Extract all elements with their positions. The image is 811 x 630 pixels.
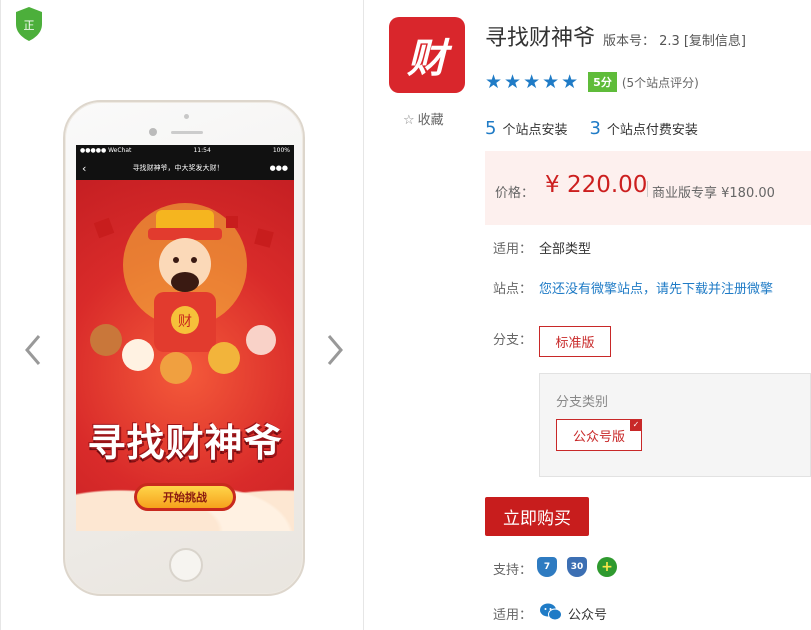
paid-install-label: 个站点付费安装 bbox=[606, 123, 698, 138]
apply-value: 全部类型 bbox=[539, 242, 592, 257]
version-label: 版本号： 2.3 bbox=[603, 34, 680, 49]
branch-label: 分支： bbox=[493, 333, 533, 348]
score-badge: 5分 bbox=[588, 72, 617, 92]
verified-shield-icon: 正 bbox=[16, 7, 42, 41]
thirty-day-service-icon: 30 bbox=[567, 557, 587, 577]
apply-label: 适用： bbox=[493, 242, 533, 257]
site-label: 站点： bbox=[493, 282, 533, 297]
badge-label: 正 bbox=[24, 19, 35, 32]
svg-text:财: 财 bbox=[178, 314, 192, 330]
phone-mockup: ●●●●● WeChat 11:54 100% ‹ 寻找财神爷，中大奖发大财！ … bbox=[63, 100, 305, 596]
phone-screen: ●●●●● WeChat 11:54 100% ‹ 寻找财神爷，中大奖发大财！ … bbox=[76, 145, 294, 531]
copy-info-link[interactable]: [复制信息] bbox=[684, 30, 746, 49]
business-price: 商业版专享 ¥180.00 bbox=[652, 186, 775, 201]
branch-type-panel: 分支类别 公众号版 ✓ bbox=[539, 373, 811, 477]
site-register-link[interactable]: 您还没有微擎站点，请先下载并注册微擎 bbox=[539, 278, 773, 297]
status-carrier: ●●●●● WeChat bbox=[80, 147, 132, 154]
start-challenge-button[interactable]: 开始挑战 bbox=[134, 483, 236, 511]
seven-day-refund-icon: 7 bbox=[537, 557, 557, 577]
price-divider bbox=[647, 181, 648, 197]
install-stats: 5 个站点安装 3 个站点付费安装 bbox=[485, 118, 698, 139]
selected-check-icon: ✓ bbox=[630, 419, 642, 431]
app-title: 寻找财神爷 bbox=[485, 26, 596, 51]
status-time: 11:54 bbox=[193, 147, 211, 154]
chevron-right-icon[interactable] bbox=[323, 330, 347, 370]
phone-sensor bbox=[184, 114, 189, 119]
rating-row: ★★★★★ 5分 (5个站点评分) bbox=[485, 71, 699, 93]
phone-home-button bbox=[169, 548, 203, 582]
app-icon: 财 bbox=[389, 17, 465, 93]
price-value: ¥ 220.00 bbox=[545, 172, 648, 198]
title-row: 寻找财神爷 版本号： 2.3 [复制信息] bbox=[485, 20, 746, 52]
price-label: 价格： bbox=[495, 186, 535, 201]
game-title: 寻找财神爷 bbox=[87, 421, 283, 465]
platform-value: 公众号 bbox=[568, 608, 608, 623]
chevron-left-icon[interactable] bbox=[21, 330, 45, 370]
status-battery: 100% bbox=[272, 147, 290, 154]
branch-standard-option[interactable]: 标准版 bbox=[539, 326, 611, 357]
phone-nav-title: 寻找财神爷，中大奖发大财！ bbox=[132, 164, 224, 172]
support-icons: 7 30 + bbox=[537, 557, 617, 577]
score-note: (5个站点评分) bbox=[621, 75, 699, 90]
more-icon: ●●● bbox=[269, 164, 288, 172]
phone-speaker bbox=[171, 131, 203, 134]
phone-statusbar: ●●●●● WeChat 11:54 100% bbox=[76, 145, 294, 156]
branch-type-label: 公众号版 bbox=[572, 429, 625, 445]
support-label: 支持： bbox=[493, 563, 533, 578]
caishen-illustration: 财 bbox=[90, 203, 276, 384]
preview-panel: 正 ●●●●● WeChat 11:54 100% ‹ 寻找财神爷，中大奖发大财… bbox=[0, 0, 364, 630]
favorite-label: 收藏 bbox=[417, 113, 444, 128]
install-label: 个站点安装 bbox=[502, 123, 568, 138]
phone-camera bbox=[149, 128, 157, 136]
phone-navbar: ‹ 寻找财神爷，中大奖发大财！ ●●● bbox=[76, 156, 294, 180]
price-box: 价格： ¥ 220.00 商业版专享 ¥180.00 bbox=[485, 151, 811, 225]
install-count: 5 bbox=[485, 118, 497, 139]
favorite-button[interactable]: ☆ 收藏 bbox=[403, 109, 444, 128]
platform-label: 适用： bbox=[493, 608, 533, 623]
rating-stars-icon: ★★★★★ bbox=[485, 71, 581, 93]
branch-type-title: 分支类别 bbox=[556, 395, 609, 410]
plus-service-icon: + bbox=[597, 557, 617, 577]
wechat-icon bbox=[540, 603, 562, 621]
paid-install-count: 3 bbox=[589, 118, 601, 139]
branch-type-official-account[interactable]: 公众号版 ✓ bbox=[556, 419, 642, 451]
back-icon: ‹ bbox=[82, 161, 87, 175]
buy-now-button[interactable]: 立即购买 bbox=[485, 497, 589, 536]
star-outline-icon: ☆ bbox=[403, 113, 415, 128]
game-artwork: 财 寻找财神爷 开始挑战 bbox=[76, 180, 294, 531]
